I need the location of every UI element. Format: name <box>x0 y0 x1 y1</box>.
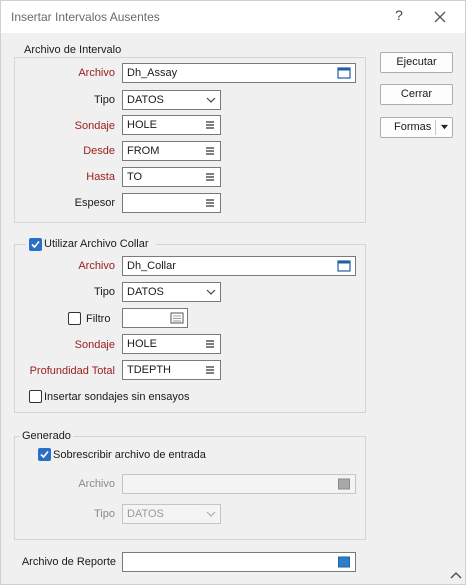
collar-sondaje-label: Sondaje <box>74 339 115 351</box>
check-icon <box>40 450 49 459</box>
help-icon[interactable]: ? <box>391 7 407 25</box>
field-list-icon[interactable] <box>202 362 218 378</box>
output-group-title: Generado <box>20 430 73 442</box>
filter-checkbox[interactable] <box>68 312 81 325</box>
forms-button[interactable]: Formas <box>380 117 453 138</box>
filter-input[interactable] <box>122 308 188 328</box>
field-list-icon[interactable] <box>202 195 218 211</box>
file-browse-icon[interactable] <box>336 258 352 274</box>
total-depth-label: Profundidad Total <box>29 365 115 377</box>
collar-sondaje-field[interactable]: HOLE <box>122 334 221 354</box>
interval-espesor-label: Espesor <box>74 197 115 209</box>
output-tipo-select[interactable]: DATOS <box>122 504 221 524</box>
collar-tipo-label: Tipo <box>94 286 115 298</box>
execute-button[interactable]: Ejecutar <box>380 52 453 73</box>
file-browse-icon[interactable] <box>336 65 352 81</box>
total-depth-field[interactable]: TDEPTH <box>122 360 221 380</box>
interval-hasta-value: TO <box>127 171 143 183</box>
interval-desde-value: FROM <box>127 145 160 157</box>
forms-button-separator <box>435 120 436 135</box>
interval-hasta-label: Hasta <box>86 171 115 183</box>
output-tipo-value: DATOS <box>127 508 164 520</box>
interval-group-title: Archivo de Intervalo <box>22 44 124 56</box>
interval-archivo-label: Archivo <box>78 67 115 79</box>
chevron-down-icon <box>206 289 216 295</box>
collar-sondaje-value: HOLE <box>127 338 157 350</box>
use-collar-checkbox[interactable] <box>29 238 42 251</box>
interval-sondaje-field[interactable]: HOLE <box>122 115 221 135</box>
close-button[interactable]: Cerrar <box>380 84 453 105</box>
interval-hasta-field[interactable]: TO <box>122 167 221 187</box>
collar-archivo-input[interactable]: Dh_Collar <box>122 256 356 276</box>
file-browse-icon[interactable] <box>336 476 352 492</box>
overwrite-checkbox[interactable] <box>38 448 51 461</box>
collapse-up-icon[interactable] <box>449 569 463 581</box>
chevron-down-icon <box>206 511 216 517</box>
output-archivo-label: Archivo <box>78 478 115 490</box>
interval-espesor-field[interactable] <box>122 193 221 213</box>
interval-sondaje-label: Sondaje <box>74 120 115 132</box>
forms-button-label: Formas <box>394 121 432 133</box>
interval-tipo-label: Tipo <box>94 94 115 106</box>
use-collar-label[interactable]: Utilizar Archivo Collar <box>44 238 149 250</box>
filter-label[interactable]: Filtro <box>86 313 110 325</box>
collar-tipo-value: DATOS <box>127 286 164 298</box>
output-archivo-input[interactable] <box>122 474 356 494</box>
interval-sondaje-value: HOLE <box>127 119 157 131</box>
output-tipo-label: Tipo <box>94 508 115 520</box>
report-file-label: Archivo de Reporte <box>21 556 116 568</box>
interval-desde-label: Desde <box>83 145 115 157</box>
report-file-input[interactable] <box>122 552 356 572</box>
field-list-icon[interactable] <box>202 117 218 133</box>
insert-holes-label[interactable]: Insertar sondajes sin ensayos <box>44 391 190 403</box>
field-list-icon[interactable] <box>202 169 218 185</box>
collar-archivo-value: Dh_Collar <box>127 260 176 272</box>
overwrite-label[interactable]: Sobrescribir archivo de entrada <box>53 449 206 461</box>
interval-archivo-input[interactable]: Dh_Assay <box>122 63 356 83</box>
filter-builder-icon[interactable] <box>169 310 185 326</box>
check-icon <box>31 240 40 249</box>
title-bar: Insertar Intervalos Ausentes ? <box>1 1 465 33</box>
close-button-label: Cerrar <box>400 88 433 100</box>
execute-button-label: Ejecutar <box>396 56 437 68</box>
insert-missing-intervals-dialog: Insertar Intervalos Ausentes ? Ejecutar … <box>0 0 466 585</box>
insert-holes-checkbox[interactable] <box>29 390 42 403</box>
window-title: Insertar Intervalos Ausentes <box>11 10 160 24</box>
interval-tipo-select[interactable]: DATOS <box>122 90 221 110</box>
field-list-icon[interactable] <box>202 336 218 352</box>
dropdown-arrow-icon[interactable] <box>440 124 449 131</box>
close-icon[interactable] <box>429 7 451 27</box>
field-list-icon[interactable] <box>202 143 218 159</box>
collar-tipo-select[interactable]: DATOS <box>122 282 221 302</box>
total-depth-value: TDEPTH <box>127 364 171 376</box>
interval-desde-field[interactable]: FROM <box>122 141 221 161</box>
file-browse-icon[interactable] <box>336 554 352 570</box>
interval-archivo-value: Dh_Assay <box>127 67 178 79</box>
interval-tipo-value: DATOS <box>127 94 164 106</box>
chevron-down-icon <box>206 97 216 103</box>
collar-archivo-label: Archivo <box>78 260 115 272</box>
